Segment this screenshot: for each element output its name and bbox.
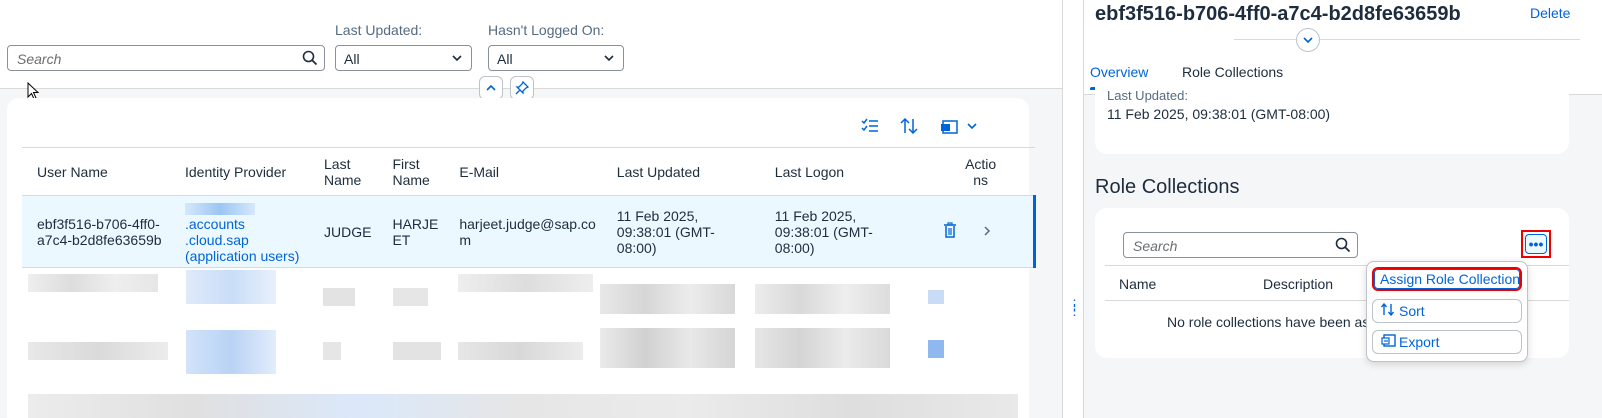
role-collections-heading: Role Collections — [1095, 176, 1240, 198]
sort-icon[interactable] — [900, 117, 918, 137]
column-header-last-name[interactable]: Last Name — [309, 147, 378, 196]
cell-email: harjeet.judge@sap.co m — [444, 195, 602, 268]
not-logged-select[interactable]: All — [488, 45, 624, 71]
search-placeholder: Search — [17, 51, 62, 67]
cell-last-logon: 11 Feb 2025, 09:38:01 (GMT-08:00) — [759, 195, 918, 268]
column-header-first-name[interactable]: First Name — [377, 147, 445, 196]
last-updated-label: Last Updated: — [335, 22, 423, 38]
cell-actions — [917, 195, 1036, 268]
search-input[interactable]: Search — [7, 45, 325, 71]
chevron-down-icon — [1303, 37, 1313, 44]
blurred-table-rows — [28, 270, 1018, 418]
overview-card: Last Updated: 11 Feb 2025, 09:38:01 (GMT… — [1095, 84, 1569, 154]
search-icon[interactable] — [302, 50, 318, 69]
cell-last-updated: 11 Feb 2025, 09:38:01 (GMT-08:00) — [601, 195, 760, 268]
users-table: User Name Identity Provider Last Name Fi… — [22, 147, 1036, 268]
user-list-panel: Search Last Updated: All Hasn't Logged O… — [0, 0, 1062, 418]
cell-last-name: JUDGE — [309, 195, 378, 268]
menu-item-assign-role-collection[interactable]: Assign Role Collection — [1372, 267, 1522, 291]
overview-last-updated-value: 11 Feb 2025, 09:38:01 (GMT-08:00) — [1107, 106, 1331, 122]
collapse-header-button[interactable] — [479, 76, 503, 100]
column-header-last-updated[interactable]: Last Updated — [601, 147, 760, 196]
delete-button[interactable]: Delete — [1530, 5, 1570, 21]
more-actions-button[interactable]: ••• — [1521, 230, 1551, 258]
column-header-last-logon[interactable]: Last Logon — [759, 147, 918, 196]
column-header-actions[interactable]: Actio ns — [917, 147, 1035, 196]
actions-menu: Assign Role Collection Sort Export — [1366, 261, 1528, 362]
last-updated-select[interactable]: All — [335, 45, 472, 71]
role-search-input[interactable]: Search — [1123, 232, 1358, 258]
delete-icon[interactable] — [943, 222, 957, 241]
detail-header: ebf3f516-b706-4ff0-a7c4-b2d8fe63659b Del… — [1084, 0, 1602, 95]
empty-state-text: No role collections have been assign — [1167, 314, 1396, 330]
detail-title: ebf3f516-b706-4ff0-a7c4-b2d8fe63659b — [1095, 3, 1461, 25]
chevron-up-icon — [486, 84, 496, 91]
table-row[interactable]: ebf3f516-b706-4ff0-a7c4-b2d8fe63659b .ac… — [22, 195, 1036, 268]
role-search-placeholder: Search — [1133, 238, 1178, 254]
not-logged-value: All — [497, 51, 513, 67]
export-icon — [1381, 334, 1399, 350]
chevron-down-icon — [603, 51, 615, 67]
multi-select-icon[interactable] — [861, 118, 879, 137]
menu-item-export[interactable]: Export — [1372, 330, 1522, 354]
menu-item-label: Export — [1399, 334, 1440, 350]
last-updated-value: All — [344, 51, 360, 67]
tab-overview[interactable]: Overview — [1090, 64, 1149, 90]
search-icon[interactable] — [1335, 237, 1351, 256]
column-header-name[interactable]: Name — [1119, 276, 1156, 292]
overview-last-updated-label: Last Updated: — [1107, 88, 1188, 103]
column-header-user-name[interactable]: User Name — [22, 147, 170, 196]
cell-identity-provider[interactable]: .accounts .cloud.sap (application users) — [170, 195, 309, 268]
expand-header-button[interactable] — [1296, 28, 1320, 52]
menu-item-label: Assign Role Collection — [1380, 271, 1521, 287]
column-header-description[interactable]: Description — [1263, 276, 1333, 292]
menu-item-label: Sort — [1399, 303, 1425, 319]
cell-user-name: ebf3f516-b706-4ff0-a7c4-b2d8fe63659b — [22, 195, 170, 268]
identity-provider-link[interactable]: .accounts .cloud.sap (application users) — [185, 216, 299, 264]
cell-first-name: HARJE ET — [377, 195, 445, 268]
sort-icon — [1380, 302, 1399, 319]
drag-handle-icon[interactable]: ⋮ ⋮ — [1068, 298, 1082, 317]
column-header-email[interactable]: E-Mail — [444, 147, 602, 196]
column-header-identity-provider[interactable]: Identity Provider — [170, 147, 309, 196]
pin-header-button[interactable] — [510, 76, 534, 100]
chevron-right-icon[interactable] — [983, 224, 991, 240]
overflow-icon: ••• — [1525, 234, 1547, 254]
export-menu-icon[interactable] — [940, 118, 978, 137]
tab-role-collections[interactable]: Role Collections — [1182, 64, 1283, 80]
chevron-down-icon — [451, 51, 463, 67]
pin-icon — [515, 81, 529, 95]
not-logged-label: Hasn't Logged On: — [488, 22, 605, 38]
menu-item-sort[interactable]: Sort — [1372, 299, 1522, 323]
panel-splitter[interactable]: ⋮ ⋮ — [1062, 0, 1084, 418]
filter-bar: Search Last Updated: All Hasn't Logged O… — [0, 0, 1062, 89]
